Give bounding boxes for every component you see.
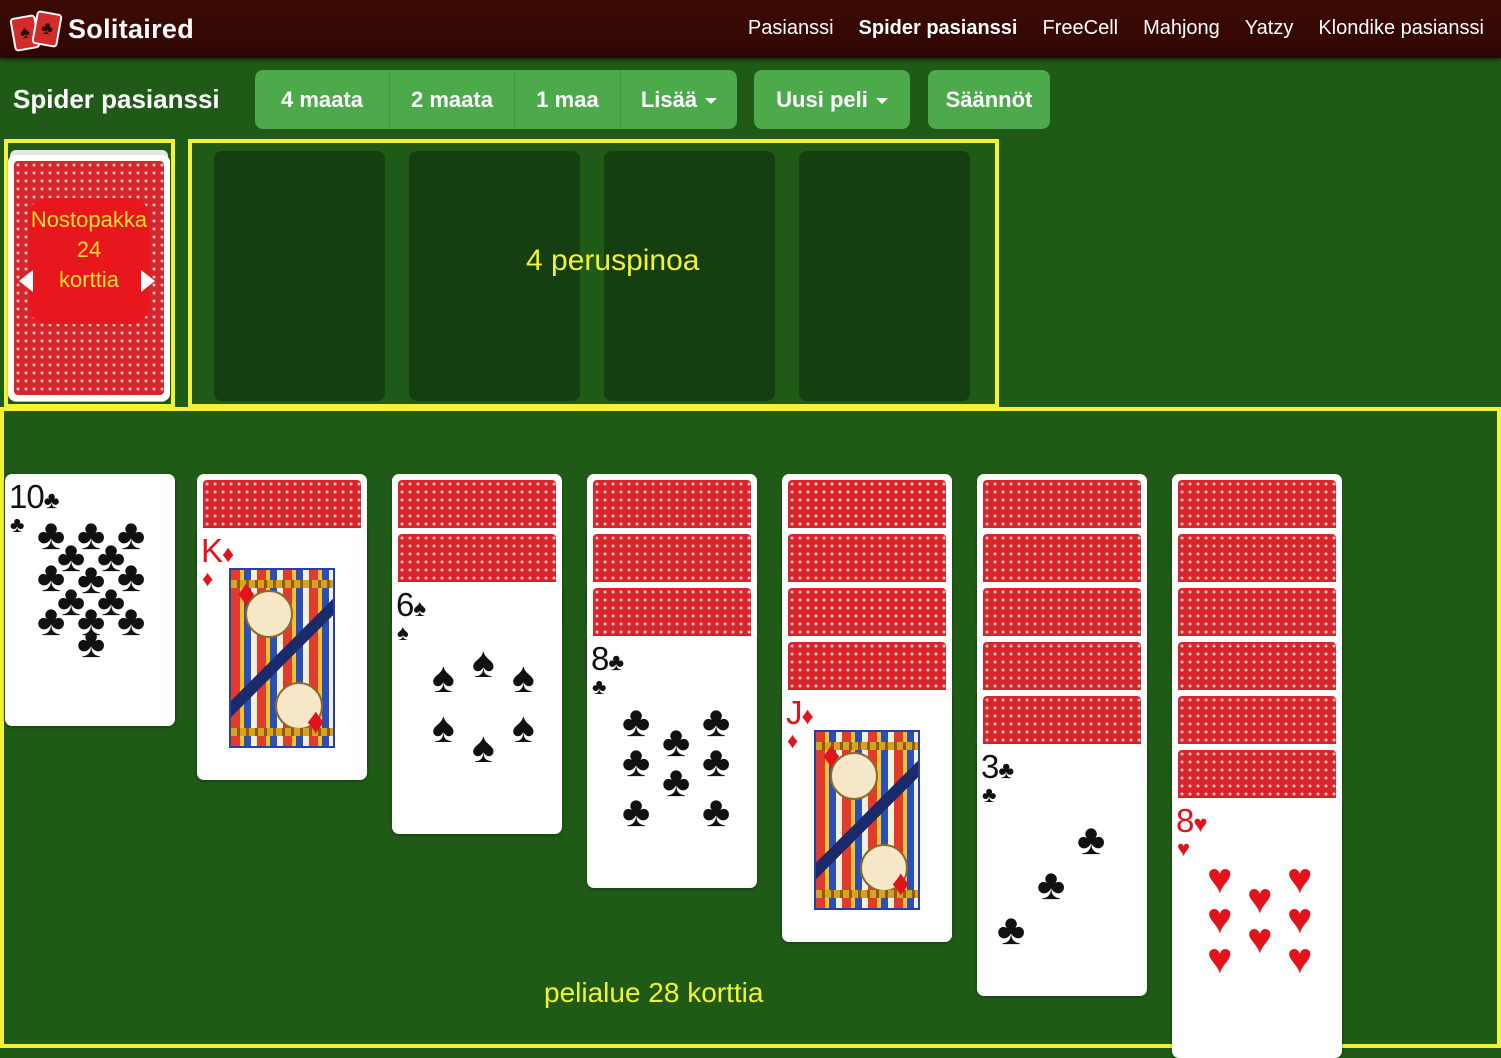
club-pip-icon: ♣ (997, 906, 1026, 954)
one-suit-button[interactable]: 1 maa (514, 70, 620, 129)
stock-label-line3: korttia (59, 267, 119, 292)
diamond-icon: ♦ (787, 728, 799, 753)
club-pip-icon: ♣ (622, 788, 651, 836)
caret-down-icon (705, 98, 718, 105)
page-title: Spider pasianssi (13, 84, 220, 114)
two-suits-label: 2 maata (411, 87, 493, 112)
card-3-of-clubs[interactable]: 3♣ ♣ ♣ ♣ ♣ (977, 744, 1147, 996)
heart-icon: ♥ (1177, 836, 1191, 861)
spade-icon: ♠ (397, 620, 409, 645)
card-8-of-hearts[interactable]: 8♥ ♥ ♥ ♥ ♥ ♥ ♥ ♥ ♥ ♥ (1172, 798, 1342, 1058)
stock-label-line1: Nostopakka (30, 207, 148, 232)
four-suits-button[interactable]: 4 maata (255, 70, 389, 129)
club-pip-icon: ♣ (702, 738, 731, 786)
top-navbar: ♠ ♣ Solitaired Pasianssi Spider pasianss… (0, 0, 1501, 58)
main-nav: Pasianssi Spider pasianssi FreeCell Mahj… (723, 17, 1484, 40)
foundation-slot-1[interactable] (214, 151, 385, 401)
rules-label: Säännöt (945, 87, 1033, 112)
club-pip-icon: ♣ (1037, 861, 1066, 909)
club-icon: ♣ (982, 782, 997, 807)
club-pip-icon: ♣ (117, 597, 146, 645)
club-pip-icon: ♣ (702, 788, 731, 836)
arrow-left-icon (19, 270, 33, 292)
card-8-of-clubs[interactable]: 8♣ ♣ ♣ ♣ ♣ ♣ ♣ ♣ ♣ ♣ (587, 636, 757, 888)
arrow-right-icon (141, 270, 155, 292)
spade-pip-icon: ♠ (512, 704, 535, 752)
nav-spider-pasianssi[interactable]: Spider pasianssi (859, 17, 1018, 40)
spade-pip-icon: ♠ (432, 654, 455, 702)
diamond-icon: ♦ (202, 566, 214, 591)
one-suit-label: 1 maa (536, 87, 599, 112)
nav-freecell[interactable]: FreeCell (1043, 17, 1119, 40)
spade-pip-icon: ♠ (512, 654, 535, 702)
nav-pasianssi[interactable]: Pasianssi (748, 17, 834, 40)
caret-down-icon (875, 98, 888, 105)
card-10-of-clubs[interactable]: 10♣ ♣ ♣ ♣ ♣ ♣ ♣ ♣ ♣ ♣ ♣ ♣ ♣ ♣ ♣ ♣ (5, 474, 175, 726)
face-card-art: ♦ ♦ (229, 568, 335, 748)
club-pip-icon: ♣ (37, 597, 66, 645)
spade-pip-icon: ♠ (472, 724, 495, 772)
card-6-of-spades[interactable]: 6♠ ♠ ♠ ♠ ♠ ♠ ♠ ♠ (392, 582, 562, 834)
new-game-dropdown-button[interactable]: Uusi peli (754, 70, 910, 129)
spade-pip-icon: ♠ (432, 704, 455, 752)
card-jack-of-diamonds[interactable]: J♦ ♦ ♦ ♦ (782, 690, 952, 942)
two-suits-button[interactable]: 2 maata (389, 70, 514, 129)
stock-label: Nostopakka 24 korttia (29, 198, 149, 324)
club-icon: ♣ (10, 512, 25, 537)
foundations-label: 4 peruspinoa (526, 244, 700, 277)
club-pip-icon: ♣ (662, 758, 691, 806)
heart-pip-icon: ♥ (1287, 935, 1313, 983)
logo-cards-icon: ♠ ♣ (9, 10, 63, 52)
foundation-slot-4[interactable] (799, 151, 970, 401)
new-game-label: Uusi peli (776, 87, 868, 112)
club-icon: ♣ (592, 674, 607, 699)
heart-pip-icon: ♥ (1247, 915, 1273, 963)
tableau-label: pelialue 28 korttia (544, 977, 764, 1008)
more-label: Lisää (640, 87, 698, 112)
club-pip-icon: ♣ (77, 619, 106, 667)
card-king-of-diamonds[interactable]: K♦ ♦ ♦ ♦ (197, 528, 367, 780)
logo-text: Solitaired (68, 13, 195, 44)
nav-yatzy[interactable]: Yatzy (1245, 17, 1294, 40)
nav-mahjong[interactable]: Mahjong (1143, 17, 1220, 40)
stock-count: 24 (76, 237, 102, 262)
nav-klondike[interactable]: Klondike pasianssi (1318, 17, 1484, 40)
club-pip-icon: ♣ (1077, 816, 1106, 864)
face-card-art: ♦ ♦ (814, 730, 920, 910)
heart-pip-icon: ♥ (1207, 935, 1233, 983)
more-dropdown-button[interactable]: Lisää (620, 70, 737, 129)
spade-pip-icon: ♠ (472, 639, 495, 687)
four-suits-label: 4 maata (281, 87, 363, 112)
club-pip-icon: ♣ (622, 738, 651, 786)
rules-button[interactable]: Säännöt (928, 70, 1050, 129)
logo[interactable]: ♠ ♣ Solitaired (9, 10, 195, 52)
